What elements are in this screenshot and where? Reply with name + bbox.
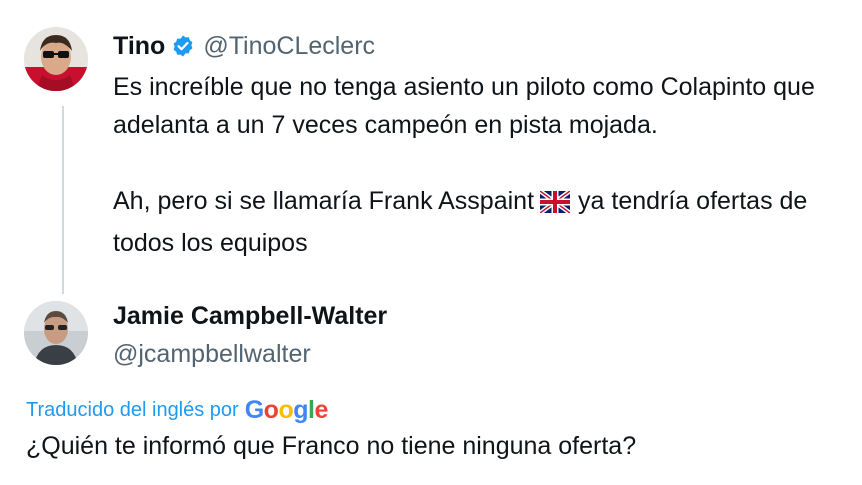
tweet-paragraph-1: Es increíble que no tenga asiento un pil… (113, 73, 815, 139)
translated-label: Traducido del inglés por (26, 399, 239, 421)
display-name[interactable]: Tino (113, 32, 165, 61)
reply-handle[interactable]: @jcampbellwalter (113, 340, 311, 369)
reply-avatar[interactable] (24, 301, 88, 365)
handle[interactable]: @TinoCLeclerc (203, 32, 375, 61)
translation-attribution[interactable]: Traducido del inglés por Google (26, 396, 328, 425)
reply-text: ¿Quién te informó que Franco no tiene ni… (26, 432, 637, 460)
tweet-header: Tino @TinoCLeclerc (113, 28, 375, 64)
reply-display-name[interactable]: Jamie Campbell-Walter (113, 302, 387, 331)
uk-flag-icon (538, 186, 572, 224)
verified-badge-icon (171, 34, 195, 58)
tweet-paragraph-2: Ah, pero si se llamaría Frank Asspaint y… (113, 182, 853, 262)
tweet-text: Es increíble que no tenga asiento un pil… (113, 68, 853, 262)
tweet-paragraph-2-start: Ah, pero si se llamaría Frank Asspaint (113, 187, 535, 215)
thread-connector-line (62, 106, 64, 294)
avatar[interactable] (24, 27, 88, 91)
google-logo: Google (244, 396, 329, 424)
